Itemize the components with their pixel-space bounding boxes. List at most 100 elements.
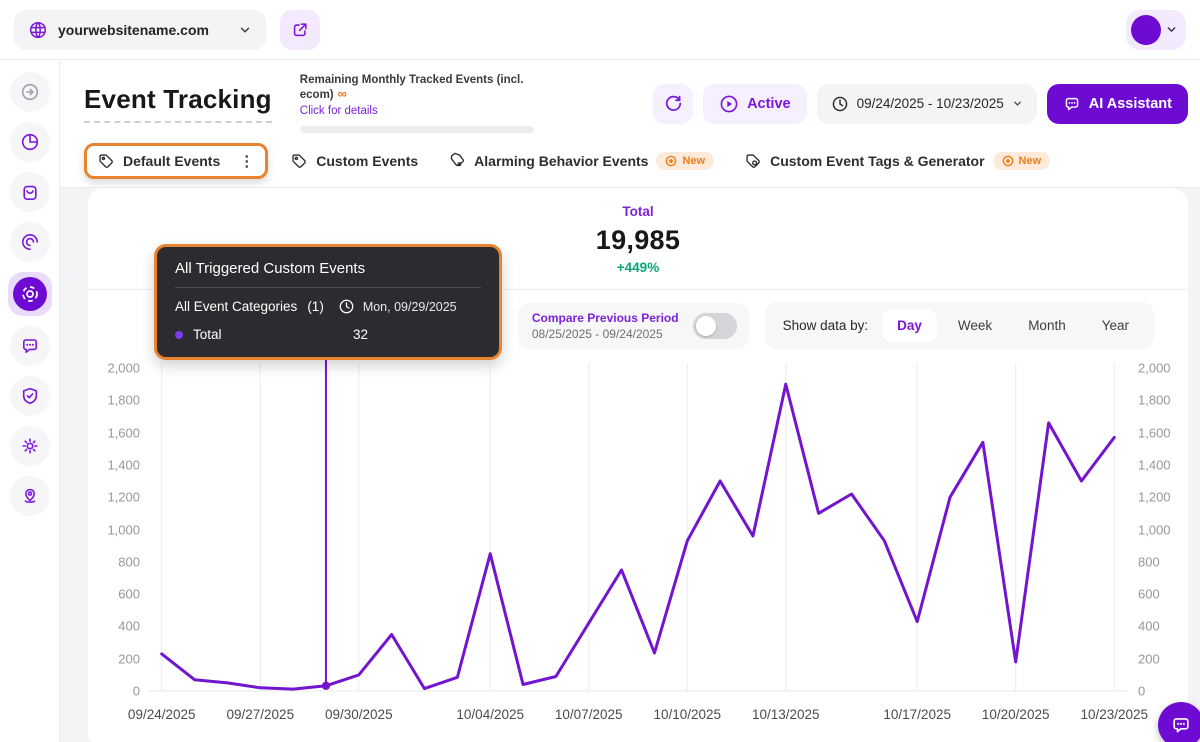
external-link-icon bbox=[291, 21, 309, 39]
tab-label: Custom Event Tags & Generator bbox=[770, 153, 984, 169]
location-pin-icon bbox=[20, 486, 40, 506]
tabs-row: Default Events ⋮ Custom Events Alarming … bbox=[60, 143, 1200, 188]
total-label: Total bbox=[88, 204, 1188, 219]
tab-label: Default Events bbox=[123, 153, 220, 169]
date-range-picker[interactable]: 09/24/2025 - 10/23/2025 bbox=[817, 84, 1037, 124]
tab-options-kebab[interactable]: ⋮ bbox=[236, 152, 257, 170]
series-color-dot bbox=[175, 331, 183, 339]
granularity-day[interactable]: Day bbox=[882, 309, 937, 342]
refresh-button[interactable] bbox=[653, 84, 693, 124]
main-content: Event Tracking Remaining Monthly Tracked… bbox=[60, 60, 1200, 742]
x-tick-label: 10/20/2025 bbox=[982, 707, 1050, 722]
x-tick-label: 10/04/2025 bbox=[456, 707, 524, 722]
user-menu[interactable] bbox=[1126, 10, 1186, 50]
compare-toggle[interactable] bbox=[693, 313, 737, 339]
y-tick-label: 800 bbox=[1138, 554, 1160, 569]
chart-svg[interactable] bbox=[148, 359, 1128, 699]
shopping-bag-icon bbox=[20, 182, 40, 202]
tab-highlight-box: Default Events ⋮ bbox=[84, 143, 268, 179]
sidebar-item-ecommerce[interactable] bbox=[10, 172, 50, 212]
active-label: Active bbox=[747, 96, 791, 112]
y-tick-label: 600 bbox=[1138, 587, 1160, 602]
page-title: Event Tracking bbox=[84, 84, 272, 123]
sidebar-item-event-tracking[interactable] bbox=[8, 272, 52, 316]
avatar bbox=[1131, 15, 1161, 45]
tab-custom-events[interactable]: Custom Events bbox=[282, 144, 426, 178]
quota-details-link[interactable]: Click for details bbox=[300, 105, 378, 117]
sidebar-item-security[interactable] bbox=[10, 376, 50, 416]
sidebar-item-feedback[interactable] bbox=[10, 326, 50, 366]
y-tick-label: 1,200 bbox=[1138, 490, 1171, 505]
tab-alarming-behavior-events[interactable]: Alarming Behavior Events New bbox=[440, 144, 722, 178]
tab-default-events[interactable]: Default Events ⋮ bbox=[97, 150, 257, 172]
pie-chart-icon bbox=[20, 132, 40, 152]
y-tick-label: 2,000 bbox=[107, 361, 140, 376]
tag-icon bbox=[97, 152, 115, 170]
y-tick-label: 400 bbox=[1138, 619, 1160, 634]
granularity-year[interactable]: Year bbox=[1087, 309, 1144, 342]
page-header: Event Tracking Remaining Monthly Tracked… bbox=[60, 60, 1200, 143]
active-status-button[interactable]: Active bbox=[703, 84, 807, 124]
tag-generator-icon bbox=[744, 152, 762, 170]
infinity-icon: ∞ bbox=[338, 86, 347, 101]
topbar: yourwebsitename.com bbox=[0, 0, 1200, 60]
y-tick-label: 1,800 bbox=[1138, 393, 1171, 408]
new-badge: New bbox=[656, 152, 714, 170]
x-tick-label: 09/30/2025 bbox=[325, 707, 393, 722]
y-tick-label: 400 bbox=[118, 619, 140, 634]
sidebar-item-settings[interactable] bbox=[10, 426, 50, 466]
chat-bubble-icon bbox=[20, 336, 40, 356]
website-name: yourwebsitename.com bbox=[58, 22, 228, 38]
compare-range: 08/25/2025 - 09/24/2025 bbox=[532, 327, 679, 341]
sidebar-item-locations[interactable] bbox=[10, 476, 50, 516]
clock-icon bbox=[831, 95, 849, 113]
globe-icon bbox=[28, 20, 48, 40]
website-selector[interactable]: yourwebsitename.com bbox=[14, 10, 266, 50]
chart-card: Total 19,985 +449% Compare Previous Peri… bbox=[88, 188, 1188, 742]
ai-assistant-label: AI Assistant bbox=[1089, 96, 1172, 112]
y-tick-label: 200 bbox=[1138, 651, 1160, 666]
tooltip-title: All Triggered Custom Events bbox=[175, 260, 481, 288]
tooltip-series-value: 32 bbox=[353, 327, 368, 342]
granularity-options: Day Week Month Year bbox=[882, 309, 1144, 342]
tab-label: Custom Events bbox=[316, 153, 418, 169]
quota-block: Remaining Monthly Tracked Events (incl. … bbox=[300, 74, 538, 133]
open-website-button[interactable] bbox=[280, 10, 320, 50]
granularity-month[interactable]: Month bbox=[1013, 309, 1081, 342]
sidebar-item-sessions[interactable] bbox=[10, 222, 50, 262]
y-tick-label: 1,400 bbox=[1138, 457, 1171, 472]
chart-plot[interactable]: 09/24/202509/27/202509/30/202510/04/2025… bbox=[148, 359, 1128, 731]
x-tick-label: 10/10/2025 bbox=[653, 707, 721, 722]
x-tick-label: 09/24/2025 bbox=[128, 707, 196, 722]
sidebar-item-expand[interactable] bbox=[10, 72, 50, 112]
y-tick-label: 1,400 bbox=[107, 457, 140, 472]
ai-assistant-button[interactable]: AI Assistant bbox=[1047, 84, 1188, 124]
y-tick-label: 2,000 bbox=[1138, 361, 1171, 376]
show-data-by-label: Show data by: bbox=[783, 318, 869, 333]
tooltip-categories-count: (1) bbox=[307, 299, 324, 314]
chat-launcher-button[interactable] bbox=[1158, 702, 1200, 742]
sidebar bbox=[0, 60, 60, 742]
quota-label: Remaining Monthly Tracked Events (incl. … bbox=[300, 74, 538, 101]
compare-previous-period: Compare Previous Period 08/25/2025 - 09/… bbox=[518, 303, 749, 349]
tab-label: Alarming Behavior Events bbox=[474, 153, 648, 169]
y-tick-label: 1,200 bbox=[107, 490, 140, 505]
tooltip-date: Mon, 09/29/2025 bbox=[363, 300, 457, 314]
x-tick-label: 09/27/2025 bbox=[227, 707, 295, 722]
granularity-week[interactable]: Week bbox=[943, 309, 1007, 342]
y-tick-label: 0 bbox=[1138, 684, 1145, 699]
y-tick-label: 1,800 bbox=[107, 393, 140, 408]
y-tick-label: 0 bbox=[133, 684, 140, 699]
y-tick-label: 200 bbox=[118, 651, 140, 666]
y-tick-label: 800 bbox=[118, 554, 140, 569]
sidebar-item-dashboard[interactable] bbox=[10, 122, 50, 162]
tag-alert-icon bbox=[448, 152, 466, 170]
refresh-icon bbox=[664, 94, 683, 113]
compare-label: Compare Previous Period bbox=[532, 311, 679, 325]
play-circle-icon bbox=[719, 94, 739, 114]
target-focus-icon bbox=[20, 284, 40, 304]
y-axis-right: 2,0001,8001,6001,4001,2001,0008006004002… bbox=[1128, 359, 1184, 699]
y-tick-label: 1,600 bbox=[1138, 425, 1171, 440]
tab-custom-event-tags-generator[interactable]: Custom Event Tags & Generator New bbox=[736, 144, 1058, 178]
y-tick-label: 600 bbox=[118, 587, 140, 602]
